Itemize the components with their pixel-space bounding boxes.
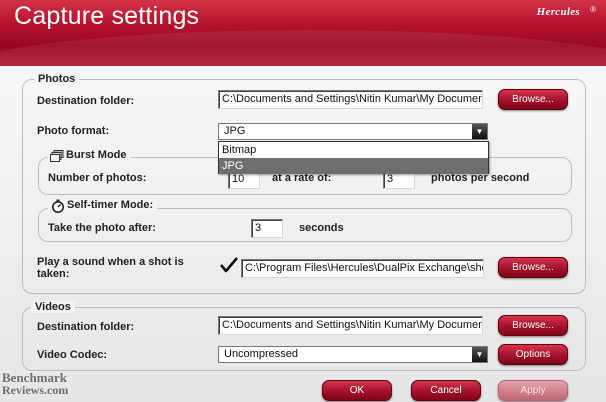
sound-checkbox[interactable] [219, 256, 239, 274]
sound-path-field[interactable]: C:\Program Files\Hercules\DualPix Exchan… [241, 259, 484, 278]
photo-format-dropdown-list: Bitmap JPG [218, 141, 489, 174]
burst-stack-icon [50, 150, 64, 162]
video-destination-label: Destination folder: [37, 321, 135, 333]
format-option-bitmap[interactable]: Bitmap [219, 142, 488, 158]
video-codec-select[interactable]: Uncompressed ▼ [218, 346, 488, 363]
burst-mode-title-wrap: Burst Mode [48, 149, 131, 164]
watermark-line2: Reviews.com [2, 383, 69, 397]
site-watermark: Benchmark Reviews.com [2, 371, 69, 397]
sound-label-line1: Play a sound when a shot is [37, 256, 184, 268]
photos-group-title: Photos [34, 73, 80, 85]
photo-format-label: Photo format: [37, 125, 110, 137]
videos-group-title: Videos [31, 301, 75, 313]
timer-field[interactable]: 3 [251, 219, 283, 238]
timer-suffix: seconds [299, 222, 344, 234]
photo-destination-label: Destination folder: [37, 95, 135, 107]
photo-browse-button[interactable]: Browse... [498, 89, 568, 110]
video-browse-button[interactable]: Browse... [498, 315, 568, 336]
burst-count-label: Number of photos: [48, 172, 147, 184]
checkmark-icon [220, 257, 238, 273]
stopwatch-icon [52, 199, 64, 213]
ok-button[interactable]: OK [322, 380, 392, 401]
brand-registered-mark: ® [590, 5, 596, 14]
codec-options-button[interactable]: Options [498, 344, 568, 365]
chevron-down-icon[interactable]: ▼ [472, 347, 487, 362]
sound-browse-button[interactable]: Browse... [498, 257, 568, 278]
video-destination-field[interactable]: C:\Documents and Settings\Nitin Kumar\My… [218, 316, 483, 335]
video-codec-label: Video Codec: [37, 349, 108, 361]
chevron-down-icon[interactable]: ▼ [472, 124, 487, 139]
title-bar: Capture settings Hercules ® [0, 0, 606, 66]
photo-destination-field[interactable]: C:\Documents and Settings\Nitin Kumar\My… [218, 90, 483, 109]
photo-format-select[interactable]: JPG ▼ [218, 123, 488, 140]
photo-format-value: JPG [224, 125, 246, 137]
cancel-button[interactable]: Cancel [411, 380, 481, 401]
apply-button[interactable]: Apply [498, 380, 568, 401]
self-timer-title: Self-timer Mode: [67, 199, 154, 211]
format-option-jpg[interactable]: JPG [219, 158, 488, 174]
window-title: Capture settings [14, 2, 200, 30]
self-timer-title-wrap: Self-timer Mode: [48, 199, 158, 214]
burst-mode-title: Burst Mode [66, 149, 127, 161]
brand-logo: Hercules [536, 6, 580, 18]
video-codec-value: Uncompressed [224, 348, 298, 360]
sound-label-line2: taken: [37, 268, 70, 280]
timer-label: Take the photo after: [48, 222, 156, 234]
